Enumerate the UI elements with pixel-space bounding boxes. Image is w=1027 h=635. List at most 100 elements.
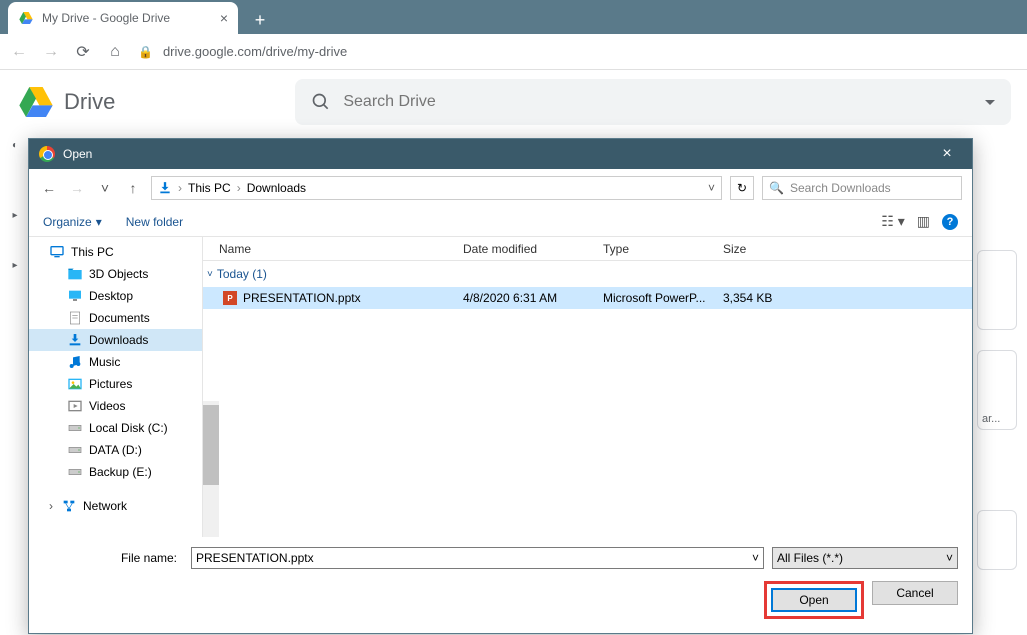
- browser-nav: ← → ⟳ ⌂ 🔒 drive.google.com/drive/my-driv…: [0, 34, 1027, 70]
- organize-button[interactable]: Organize ▾: [43, 215, 102, 229]
- tree-item-documents[interactable]: Documents: [29, 307, 202, 329]
- filetype-select[interactable]: All Files (*.*) ˅: [772, 547, 958, 569]
- chevron-right-icon: ›: [237, 181, 241, 195]
- tab-bar: My Drive - Google Drive × +: [0, 0, 1027, 34]
- cancel-button[interactable]: Cancel: [872, 581, 958, 605]
- drive-content-peek: ar...: [977, 250, 1017, 590]
- tree-item-desktop[interactable]: Desktop: [29, 285, 202, 307]
- drive-header: Drive: [0, 70, 1027, 134]
- dialog-titlebar[interactable]: Open ×: [29, 139, 972, 169]
- new-tab-button[interactable]: +: [246, 6, 274, 34]
- close-icon[interactable]: ×: [932, 145, 962, 163]
- nav-recent-icon[interactable]: ˅: [95, 180, 115, 196]
- group-header[interactable]: ˅ Today (1): [203, 261, 972, 287]
- file-row[interactable]: PRESENTATION.pptx 4/8/2020 6:31 AM Micro…: [203, 287, 972, 309]
- tab-close-icon[interactable]: ×: [220, 10, 228, 26]
- peek-card: [977, 250, 1017, 330]
- breadcrumb[interactable]: › This PC › Downloads ˅: [151, 176, 722, 200]
- folder3d-icon: [67, 266, 83, 282]
- tree-item-3d-objects[interactable]: 3D Objects: [29, 263, 202, 285]
- tree-item-this-pc[interactable]: This PC: [29, 241, 202, 263]
- drive-logo[interactable]: Drive: [16, 82, 115, 122]
- tree-item-downloads[interactable]: Downloads: [29, 329, 202, 351]
- back-icon[interactable]: ←: [10, 43, 28, 61]
- scrollbar[interactable]: [203, 401, 219, 537]
- drive-search[interactable]: [295, 79, 1011, 125]
- search-placeholder: Search Downloads: [790, 181, 891, 195]
- tree-item-music[interactable]: Music: [29, 351, 202, 373]
- address-bar[interactable]: 🔒 drive.google.com/drive/my-drive: [138, 44, 1017, 59]
- file-name: PRESENTATION.pptx: [243, 291, 361, 305]
- dialog-search[interactable]: 🔍 Search Downloads: [762, 176, 962, 200]
- file-open-dialog: Open × ← → ˅ ↑ › This PC › Downloads ˅ ↻…: [28, 138, 973, 634]
- dialog-footer: File name: PRESENTATION.pptx ˅ All Files…: [29, 537, 972, 633]
- music-icon: [67, 354, 83, 370]
- tab-title: My Drive - Google Drive: [42, 11, 170, 25]
- reload-icon[interactable]: ⟳: [74, 43, 92, 61]
- col-date[interactable]: Date modified: [463, 242, 603, 256]
- chrome-icon: [39, 146, 55, 162]
- drive-logo-icon: [16, 82, 56, 122]
- desktop-icon: [67, 288, 83, 304]
- search-icon: [311, 92, 331, 112]
- drive-icon: [67, 442, 83, 458]
- monitor-icon: [49, 244, 65, 260]
- drive-search-input[interactable]: [343, 93, 973, 111]
- help-icon[interactable]: ?: [942, 214, 958, 230]
- breadcrumb-folder[interactable]: Downloads: [247, 181, 306, 195]
- network-icon: [61, 498, 77, 514]
- videos-icon: [67, 398, 83, 414]
- scrollbar-thumb[interactable]: [203, 405, 219, 485]
- url-text: drive.google.com/drive/my-drive: [163, 44, 347, 59]
- chevron-right-icon: ›: [178, 181, 182, 195]
- tree-item-network[interactable]: ›Network: [29, 495, 202, 517]
- chevron-down-icon[interactable]: ˅: [752, 551, 759, 565]
- dialog-title-text: Open: [63, 147, 92, 161]
- nav-forward-icon[interactable]: →: [67, 180, 87, 196]
- drive-icon: [67, 464, 83, 480]
- col-type[interactable]: Type: [603, 242, 723, 256]
- nav-back-icon[interactable]: ←: [39, 180, 59, 196]
- file-list[interactable]: Name Date modified Type Size ˅ Today (1)…: [203, 237, 972, 537]
- refresh-button[interactable]: ↻: [730, 176, 754, 200]
- search-options-icon[interactable]: [985, 100, 995, 105]
- browser-tab[interactable]: My Drive - Google Drive ×: [8, 2, 238, 34]
- lock-icon: 🔒: [138, 45, 153, 59]
- col-name[interactable]: Name: [203, 242, 463, 256]
- peek-item: ▸: [0, 250, 30, 280]
- nav-up-icon[interactable]: ↑: [123, 180, 143, 196]
- new-folder-button[interactable]: New folder: [126, 215, 183, 229]
- tree-item-data-d-[interactable]: DATA (D:): [29, 439, 202, 461]
- file-size: 3,354 KB: [723, 291, 803, 305]
- powerpoint-icon: [223, 291, 237, 305]
- dialog-toolbar: Organize ▾ New folder ☷ ▾ ▥ ?: [29, 207, 972, 237]
- tree-item-pictures[interactable]: Pictures: [29, 373, 202, 395]
- filename-input[interactable]: PRESENTATION.pptx ˅: [191, 547, 764, 569]
- peek-card: [977, 510, 1017, 570]
- tree-item-videos[interactable]: Videos: [29, 395, 202, 417]
- tree-item-backup-e-[interactable]: Backup (E:): [29, 461, 202, 483]
- home-icon[interactable]: ⌂: [106, 43, 124, 61]
- chevron-down-icon[interactable]: ˅: [708, 181, 715, 195]
- open-button-highlight: Open: [764, 581, 864, 619]
- preview-pane-icon[interactable]: ▥: [917, 213, 930, 230]
- column-headers[interactable]: Name Date modified Type Size: [203, 237, 972, 261]
- breadcrumb-root[interactable]: This PC: [188, 181, 231, 195]
- filename-label: File name:: [43, 551, 183, 565]
- search-icon: 🔍: [769, 181, 784, 195]
- dialog-body: This PC3D ObjectsDesktopDocumentsDownloa…: [29, 237, 972, 537]
- drive-icon: [67, 420, 83, 436]
- forward-icon[interactable]: →: [42, 43, 60, 61]
- view-options-icon[interactable]: ☷ ▾: [881, 213, 904, 230]
- peek-item: ▸: [0, 200, 30, 230]
- drive-sidebar-peek: ◐ ▸ ▸: [0, 130, 30, 280]
- chevron-down-icon: ▾: [96, 215, 102, 229]
- file-date: 4/8/2020 6:31 AM: [463, 291, 603, 305]
- chevron-down-icon: ˅: [946, 551, 953, 565]
- drive-favicon-icon: [18, 10, 34, 26]
- folder-tree[interactable]: This PC3D ObjectsDesktopDocumentsDownloa…: [29, 237, 203, 537]
- open-button[interactable]: Open: [771, 588, 857, 612]
- tree-item-local-disk-c-[interactable]: Local Disk (C:): [29, 417, 202, 439]
- col-size[interactable]: Size: [723, 242, 803, 256]
- downloads-icon: [158, 181, 172, 195]
